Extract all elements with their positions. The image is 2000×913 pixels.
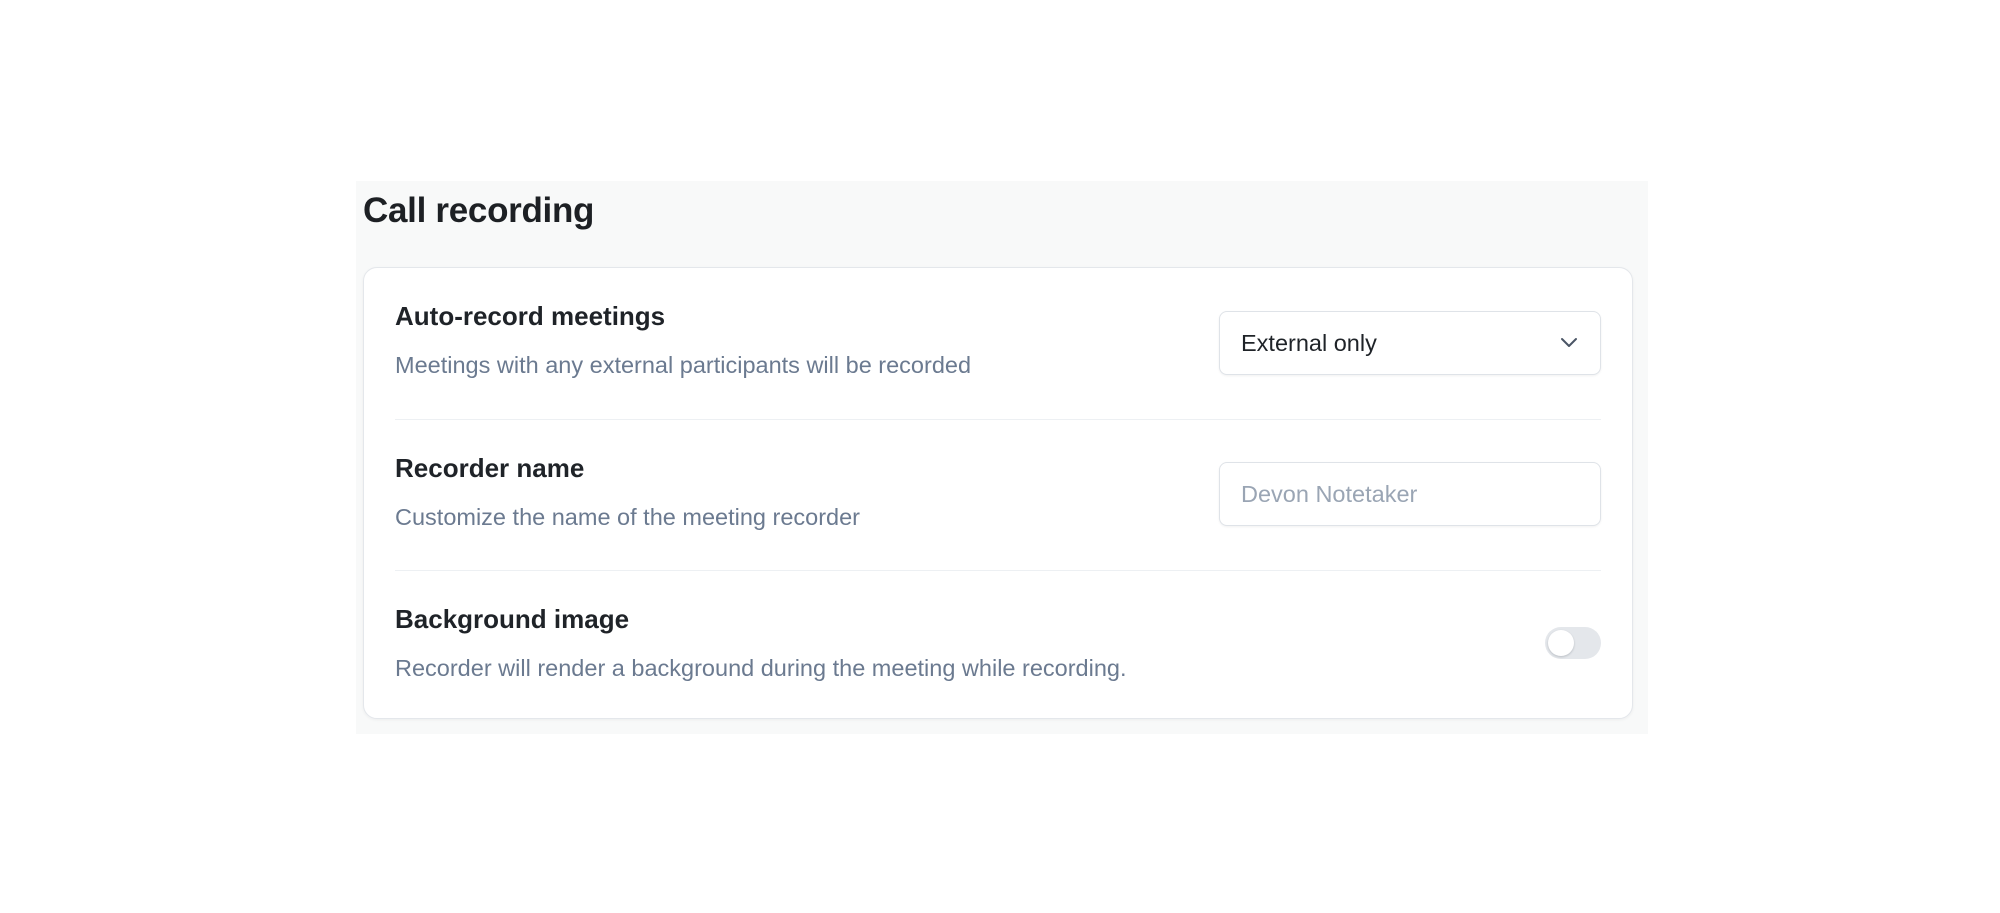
toggle-knob bbox=[1548, 630, 1574, 656]
settings-card: Auto-record meetings Meetings with any e… bbox=[363, 267, 1633, 719]
background-image-toggle[interactable] bbox=[1545, 627, 1601, 659]
auto-record-description: Meetings with any external participants … bbox=[395, 352, 972, 378]
auto-record-selected-value: External only bbox=[1241, 330, 1377, 356]
section-title: Call recording bbox=[363, 191, 595, 230]
auto-record-label: Auto-record meetings bbox=[395, 301, 666, 331]
recorder-name-description: Customize the name of the meeting record… bbox=[395, 504, 861, 530]
call-recording-panel: Call recording Auto-record meetings Meet… bbox=[356, 181, 1648, 734]
recorder-name-label: Recorder name bbox=[395, 453, 585, 483]
recorder-name-row: Recorder name Customize the name of the … bbox=[395, 419, 1601, 570]
background-image-row: Background image Recorder will render a … bbox=[395, 570, 1601, 721]
auto-record-row: Auto-record meetings Meetings with any e… bbox=[395, 268, 1601, 419]
chevron-down-icon bbox=[1561, 338, 1577, 347]
recorder-name-input[interactable] bbox=[1219, 462, 1601, 526]
background-image-description: Recorder will render a background during… bbox=[395, 655, 1127, 681]
background-image-label: Background image bbox=[395, 604, 630, 634]
auto-record-select[interactable]: External only bbox=[1219, 311, 1601, 375]
